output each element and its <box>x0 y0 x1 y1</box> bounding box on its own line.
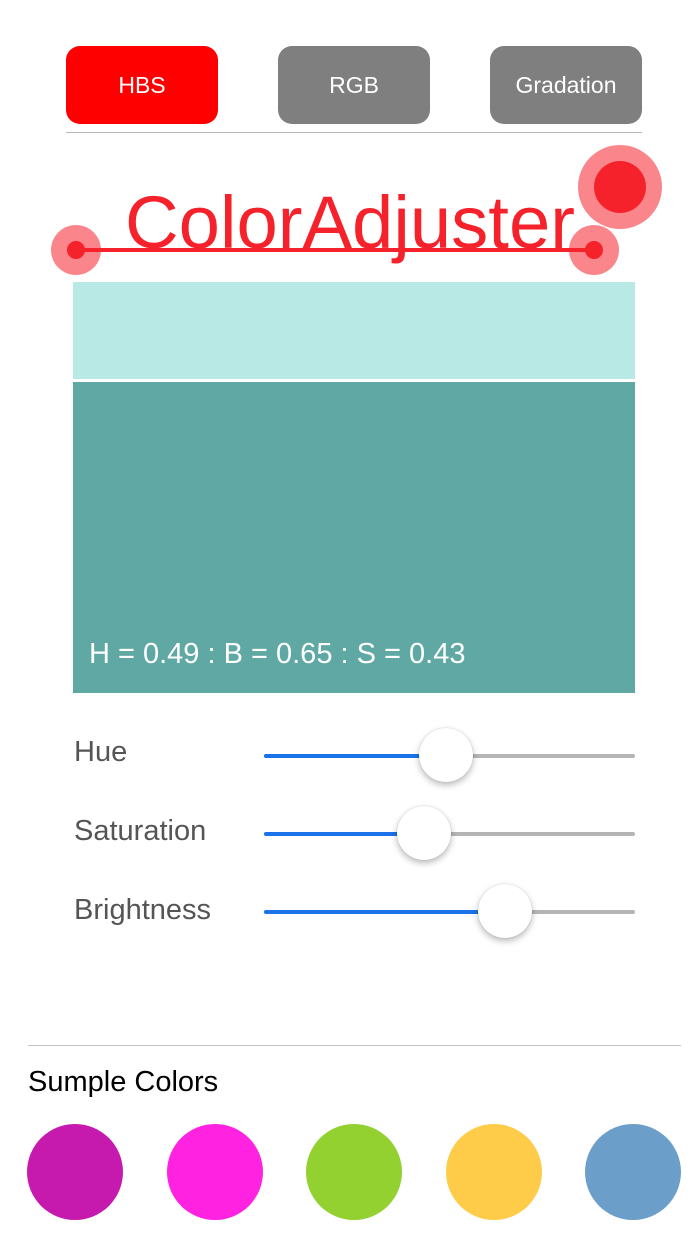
tab-rgb[interactable]: RGB <box>278 46 430 124</box>
sample-swatch[interactable] <box>306 1124 402 1220</box>
top-divider <box>66 132 642 133</box>
sample-colors-title: Sumple Colors <box>28 1066 219 1098</box>
brightness-slider[interactable] <box>264 884 635 938</box>
tab-hbs[interactable]: HBS <box>66 46 218 124</box>
app-logo: ColorAdjuster <box>51 145 662 275</box>
hue-slider[interactable] <box>264 728 635 782</box>
color-preview: H = 0.49 : B = 0.65 : S = 0.43 <box>73 382 635 693</box>
sample-swatch[interactable] <box>167 1124 263 1220</box>
tab-rgb-label: RGB <box>329 71 379 98</box>
tab-gradation-label: Gradation <box>515 71 617 98</box>
tab-gradation[interactable]: Gradation <box>490 46 642 124</box>
brightness-slider-thumb[interactable] <box>478 884 532 938</box>
sample-swatch[interactable] <box>585 1124 681 1220</box>
sample-swatch[interactable] <box>446 1124 542 1220</box>
brightness-label: Brightness <box>74 894 212 926</box>
saturation-slider-thumb[interactable] <box>397 806 451 860</box>
bottom-divider <box>28 1045 681 1046</box>
hue-label: Hue <box>74 736 128 768</box>
brightness-slider-fill <box>264 910 505 914</box>
saturation-label: Saturation <box>74 815 207 847</box>
sample-swatch[interactable] <box>27 1124 123 1220</box>
tab-hbs-label: HBS <box>118 71 166 98</box>
color-preview-light <box>73 282 635 379</box>
saturation-slider[interactable] <box>264 806 635 860</box>
hue-slider-thumb[interactable] <box>419 728 473 782</box>
hbs-readout: H = 0.49 : B = 0.65 : S = 0.43 <box>89 638 466 670</box>
